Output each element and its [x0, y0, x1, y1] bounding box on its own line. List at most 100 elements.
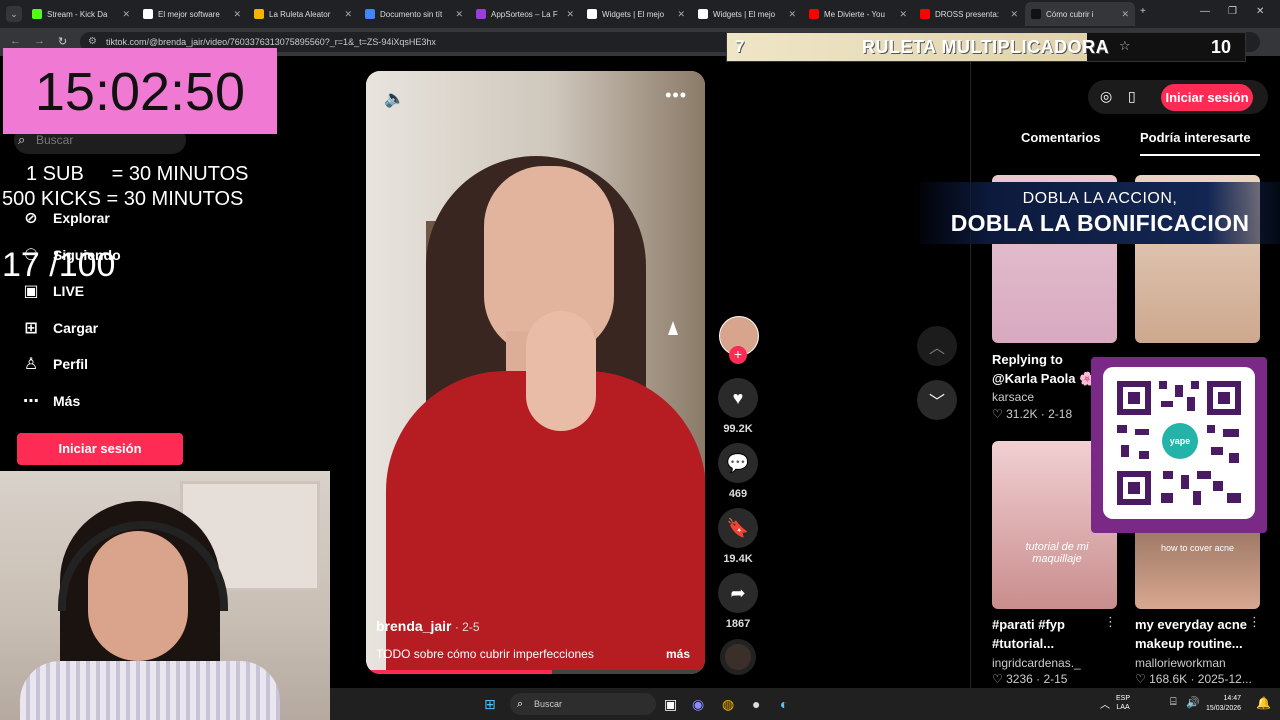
like-heart-icon[interactable]: ♥: [718, 378, 758, 418]
notification-bell-icon[interactable]: 🔔: [1256, 696, 1271, 710]
kicks-rule-text: 500 KICKS = 30 MINUTOS: [2, 188, 244, 210]
video-player[interactable]: 🔈 ••• brenda_jair · 2-5 TODO sobre cómo …: [366, 71, 705, 674]
card-more-icon[interactable]: ⋮: [1104, 614, 1117, 630]
obs-icon[interactable]: ●: [752, 696, 760, 712]
music-disc-icon[interactable]: [720, 639, 756, 675]
comment-count: 469: [728, 488, 748, 500]
tab-close-icon[interactable]: ✕: [122, 9, 130, 20]
tab-favicon-icon: [1031, 9, 1041, 19]
tab-close-icon[interactable]: ✕: [788, 9, 796, 20]
tab-favicon-icon: [698, 9, 708, 19]
browser-tab[interactable]: Cómo cubrir i ✕: [1025, 2, 1135, 26]
browser-tab[interactable]: Documento sin tít ✕: [359, 2, 469, 26]
clock[interactable]: 14:47 15/03/2026: [1206, 694, 1241, 714]
yape-logo-icon: yape: [1162, 423, 1198, 459]
tab-close-icon[interactable]: ✕: [455, 9, 463, 20]
goal-counter: 17 /100: [2, 246, 116, 284]
more-options-icon[interactable]: •••: [665, 85, 687, 106]
tab-label: AppSorteos – La F: [491, 9, 558, 19]
chevron-up-icon[interactable]: ︿: [1100, 696, 1110, 711]
taskbar-search-input[interactable]: ⌕ Buscar: [510, 693, 656, 715]
browser-tab[interactable]: DROSS presenta: ✕: [914, 2, 1024, 26]
card-more-icon[interactable]: ⋮: [1248, 614, 1261, 630]
banner-line-1: DOBLA LA ACCION,: [1022, 190, 1178, 207]
comment-bubble-icon[interactable]: 💬: [718, 443, 758, 483]
webcam-feed: [0, 471, 330, 720]
tab-favicon-icon: [587, 9, 597, 19]
volume-icon[interactable]: 🔊: [1186, 696, 1200, 709]
close-window-icon[interactable]: ✕: [1256, 6, 1264, 17]
card-stats: ♡ 31.2K · 2-18: [992, 407, 1073, 421]
author-name[interactable]: brenda_jair: [376, 618, 451, 634]
browser-tab[interactable]: Stream - Kick Da ✕: [26, 2, 136, 26]
caption-more-link[interactable]: más: [666, 647, 690, 661]
card-stats: ♡ 3236 · 2-15: [992, 672, 1068, 686]
browser-tab[interactable]: Widgets | El mejo ✕: [581, 2, 691, 26]
volume-icon[interactable]: 🔈: [384, 89, 405, 109]
card-author[interactable]: ingridcardenas._: [992, 656, 1081, 670]
tab-close-icon[interactable]: ✕: [677, 9, 685, 20]
steam-icon[interactable]: ◐: [780, 696, 788, 712]
like-count: 99.2K: [723, 423, 753, 435]
screen: ⌄ Stream - Kick Da ✕ El mejor software ✕ La …: [0, 0, 1280, 720]
browser-tab[interactable]: Widgets | El mejo ✕: [692, 2, 802, 26]
discord-icon[interactable]: ◉: [692, 696, 704, 713]
video-progress-bar[interactable]: [366, 670, 705, 674]
upload-plus-icon: ⊞: [24, 319, 38, 337]
header-login-button[interactable]: Iniciar sesión: [1161, 84, 1253, 111]
new-tab-button[interactable]: +: [1140, 6, 1146, 17]
bookmark-icon[interactable]: 🔖: [718, 508, 758, 548]
url-text: tiktok.com/@brenda_jair/video/7603376313…: [106, 37, 436, 47]
sidebar-item-perfil[interactable]: ♙ Perfil: [20, 353, 88, 375]
reload-icon[interactable]: ↻: [58, 35, 67, 48]
browser-tab[interactable]: La Ruleta Aleator ✕: [248, 2, 358, 26]
back-icon[interactable]: ←: [10, 35, 21, 47]
sidebar-item-label: Más: [53, 393, 81, 409]
windows-start-icon[interactable]: ⊞: [484, 696, 496, 713]
tab-close-icon[interactable]: ✕: [344, 9, 352, 20]
card-author[interactable]: mallorieworkman: [1135, 656, 1226, 670]
card-title[interactable]: my everyday acne makeup routine...: [1135, 615, 1247, 653]
share-arrow-icon[interactable]: ➦: [718, 573, 758, 613]
tab-comments[interactable]: Comentarios: [1021, 130, 1100, 145]
tab-might-interest[interactable]: Podría interesarte: [1140, 130, 1260, 156]
sidebar-item-label: LIVE: [53, 283, 85, 300]
device-icon[interactable]: ▯: [1128, 88, 1136, 105]
language-indicator[interactable]: ESP LAA: [1116, 694, 1130, 712]
minimize-icon[interactable]: —: [1200, 6, 1210, 17]
compass-icon[interactable]: ◎: [1100, 88, 1112, 105]
network-icon[interactable]: ⌸: [1170, 696, 1177, 709]
tab-close-icon[interactable]: ✕: [1121, 9, 1129, 20]
sidebar-item-más[interactable]: ⋯ Más: [20, 390, 80, 412]
thumbnail-caption: how to cover acne: [1160, 543, 1235, 553]
card-title[interactable]: Replying to @Karla Paola 🌸: [992, 350, 1095, 388]
sidebar-item-label: Perfil: [53, 356, 89, 373]
tab-label: Widgets | El mejo: [713, 9, 776, 19]
browser-tab[interactable]: El mejor software ✕: [137, 2, 247, 26]
tab-close-icon[interactable]: ✕: [566, 9, 574, 20]
sidebar-login-button[interactable]: Iniciar sesión: [17, 433, 183, 465]
forward-icon[interactable]: →: [34, 35, 45, 47]
card-author[interactable]: karsace: [992, 390, 1034, 404]
tab-close-icon[interactable]: ✕: [899, 9, 907, 20]
chrome-icon[interactable]: ◍: [722, 696, 734, 713]
tab-close-icon[interactable]: ✕: [1010, 9, 1018, 20]
card-title[interactable]: #parati #fyp #tutorial...: [992, 615, 1065, 653]
sidebar-item-label: Explorar: [53, 210, 110, 226]
video-author[interactable]: brenda_jair · 2-5: [376, 618, 480, 634]
browser-tab[interactable]: AppSorteos – La F ✕: [470, 2, 580, 26]
browser-tab[interactable]: Me Divierte - You ✕: [803, 2, 913, 26]
qr-code: yape: [1103, 367, 1255, 519]
next-video-chevron-down-icon[interactable]: ﹀: [917, 380, 957, 420]
tab-search-icon[interactable]: ⌄: [6, 6, 22, 22]
follow-plus-icon[interactable]: +: [729, 346, 747, 364]
windows-taskbar: ⊞ ⌕ Buscar ▣ ◉ ◍ ● ◐ ︿ ESP LAA ⌸ 🔊 14:47…: [330, 688, 1280, 720]
bookmark-star-icon[interactable]: ☆: [1119, 38, 1131, 54]
sub-rule-text: 1 SUB = 30 MINUTOS: [26, 163, 249, 185]
restore-icon[interactable]: ❐: [1228, 6, 1237, 17]
share-count: 1867: [725, 618, 751, 630]
previous-video-chevron-up-icon[interactable]: ︿: [917, 326, 957, 366]
task-view-icon[interactable]: ▣: [664, 696, 677, 713]
tab-close-icon[interactable]: ✕: [233, 9, 241, 20]
sidebar-item-cargar[interactable]: ⊞ Cargar: [20, 317, 98, 339]
